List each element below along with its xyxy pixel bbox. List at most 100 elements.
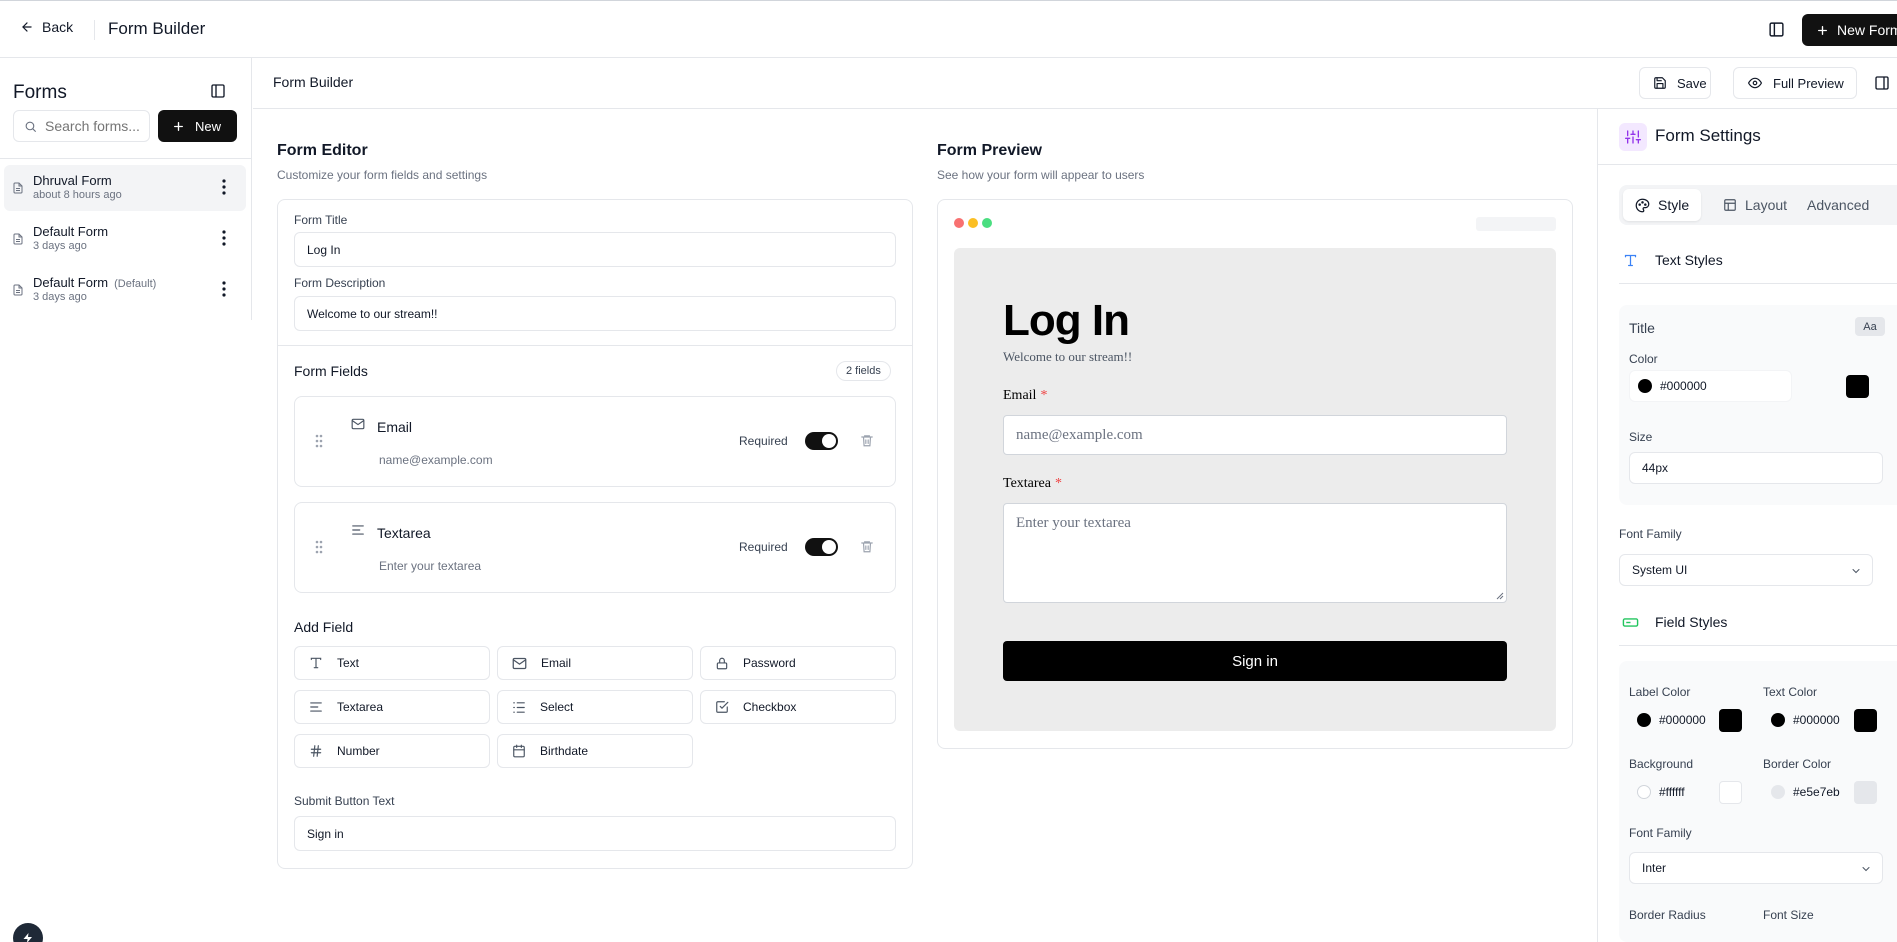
color-dot: [1771, 785, 1785, 799]
add-textarea-field-button[interactable]: Textarea: [294, 690, 490, 724]
settings-header-icon: [1619, 123, 1647, 151]
add-email-field-button[interactable]: Email: [497, 646, 693, 680]
more-vertical-icon[interactable]: [222, 281, 226, 297]
preview-textarea-placeholder: Enter your textarea: [1016, 515, 1131, 531]
preview-url-bar: [1476, 217, 1556, 231]
form-title-label: Form Title: [294, 213, 348, 227]
submit-text-input[interactable]: Sign in: [294, 816, 896, 851]
text-font-family-label: Font Family: [1619, 527, 1682, 541]
tab-style[interactable]: Style: [1623, 189, 1702, 221]
color-dot: [1637, 713, 1651, 727]
settings-panel: Form Settings Style Layout Advanced Text…: [1597, 109, 1897, 942]
submit-text-label: Submit Button Text: [294, 794, 395, 808]
grip-vertical-icon[interactable]: [315, 434, 323, 448]
title-color-value: #000000: [1660, 379, 1707, 393]
required-label: Required: [739, 434, 788, 448]
color-dot: [1637, 785, 1651, 799]
add-text-field-button[interactable]: Text: [294, 646, 490, 680]
new-form-sidebar-button[interactable]: New: [158, 110, 237, 142]
add-number-field-button[interactable]: Number: [294, 734, 490, 768]
title-color-swatch[interactable]: [1846, 375, 1869, 398]
topbar-divider: [94, 20, 95, 40]
background-color-swatch[interactable]: [1719, 781, 1742, 804]
form-list-item[interactable]: Default Form (Default) 3 days ago: [4, 267, 246, 313]
add-birthdate-field-button[interactable]: Birthdate: [497, 734, 693, 768]
add-field-label: Checkbox: [743, 700, 797, 714]
title-color-input[interactable]: #000000: [1629, 370, 1792, 402]
chevron-down-icon: [1862, 867, 1870, 872]
text-color-input[interactable]: #000000: [1763, 704, 1849, 736]
type-icon: [310, 657, 322, 669]
new-form-button[interactable]: New Form: [1802, 14, 1897, 46]
form-description-label: Form Description: [294, 276, 386, 290]
file-text-icon: [13, 284, 23, 296]
title-color-label: Color: [1629, 352, 1658, 366]
add-checkbox-field-button[interactable]: Checkbox: [700, 690, 896, 724]
required-toggle[interactable]: [805, 432, 838, 450]
sidebar-toggle-button[interactable]: [210, 83, 226, 99]
preview-email-label: Email *: [1003, 388, 1048, 403]
field-font-family-select[interactable]: Inter: [1629, 852, 1883, 884]
add-field-label: Number: [337, 744, 380, 758]
field-card-textarea[interactable]: Textarea Enter your textarea Required: [294, 502, 896, 593]
form-title-input[interactable]: Log In: [294, 232, 896, 267]
panel-left-icon: [211, 84, 225, 98]
label-color-input[interactable]: #000000: [1629, 704, 1715, 736]
more-vertical-icon[interactable]: [222, 179, 226, 195]
label-color-swatch[interactable]: [1719, 709, 1742, 732]
add-select-field-button[interactable]: Select: [497, 690, 693, 724]
new-form-label: New Form: [1837, 22, 1897, 38]
required-toggle[interactable]: [805, 538, 838, 556]
preview-form-description: Welcome to our stream!!: [1003, 349, 1133, 364]
more-vertical-icon[interactable]: [222, 230, 226, 246]
lock-icon: [716, 657, 728, 669]
app-title: Form Builder: [108, 19, 206, 38]
toggle-panel-button[interactable]: [1768, 21, 1785, 38]
align-left-icon: [310, 702, 322, 712]
floating-action-button[interactable]: [13, 923, 43, 942]
form-list-item[interactable]: Dhruval Form about 8 hours ago: [4, 165, 246, 211]
title-size-value: 44px: [1642, 461, 1669, 475]
preview-textarea-input[interactable]: Enter your textarea: [1003, 503, 1507, 603]
background-label: Background: [1629, 757, 1694, 771]
text-color-swatch[interactable]: [1854, 709, 1877, 732]
border-color-input[interactable]: #e5e7eb: [1763, 776, 1849, 808]
tab-label: Advanced: [1807, 197, 1870, 213]
background-color-input[interactable]: #ffffff: [1629, 776, 1715, 808]
form-updated: 3 days ago: [33, 291, 87, 303]
title-size-input[interactable]: 44px: [1629, 452, 1883, 484]
preview-email-input[interactable]: name@example.com: [1003, 415, 1507, 455]
zap-icon: [23, 933, 32, 942]
sidebar-title: Forms: [13, 82, 67, 103]
back-label: Back: [42, 19, 74, 35]
text-font-family-select[interactable]: System UI: [1619, 554, 1873, 586]
text-font-family-value: System UI: [1632, 563, 1688, 577]
field-styles-heading: Field Styles: [1619, 611, 1727, 633]
form-description-input[interactable]: Welcome to our stream!!: [294, 296, 896, 331]
add-password-field-button[interactable]: Password: [700, 646, 896, 680]
resize-handle-icon[interactable]: [1496, 592, 1504, 600]
title-style-box: Title Aa Color #000000 Size 44px: [1619, 305, 1897, 505]
tab-layout[interactable]: Layout: [1711, 189, 1799, 221]
form-list-item[interactable]: Default Form 3 days ago: [4, 216, 246, 262]
preview-submit-button[interactable]: Sign in: [1003, 641, 1507, 681]
panel-icon: [1769, 22, 1784, 37]
settings-tabs: Style Layout Advanced: [1619, 185, 1897, 225]
save-button[interactable]: Save: [1639, 67, 1711, 99]
full-preview-button[interactable]: Full Preview: [1733, 67, 1857, 99]
field-placeholder: name@example.com: [379, 453, 493, 467]
align-left-icon: [352, 525, 364, 535]
back-button[interactable]: Back: [20, 19, 73, 35]
tab-advanced[interactable]: Advanced: [1795, 189, 1881, 221]
trash-icon[interactable]: [860, 433, 874, 448]
grip-vertical-icon[interactable]: [315, 540, 323, 554]
border-color-swatch[interactable]: [1854, 781, 1877, 804]
form-updated: 3 days ago: [33, 240, 87, 252]
trash-icon[interactable]: [860, 539, 874, 554]
form-updated: about 8 hours ago: [33, 189, 122, 201]
field-styles-label: Field Styles: [1655, 614, 1728, 630]
field-card-email[interactable]: Email name@example.com Required: [294, 396, 896, 487]
search-input[interactable]: [45, 118, 141, 134]
toggle-settings-button[interactable]: [1874, 75, 1890, 91]
add-field-label: Password: [743, 656, 796, 670]
